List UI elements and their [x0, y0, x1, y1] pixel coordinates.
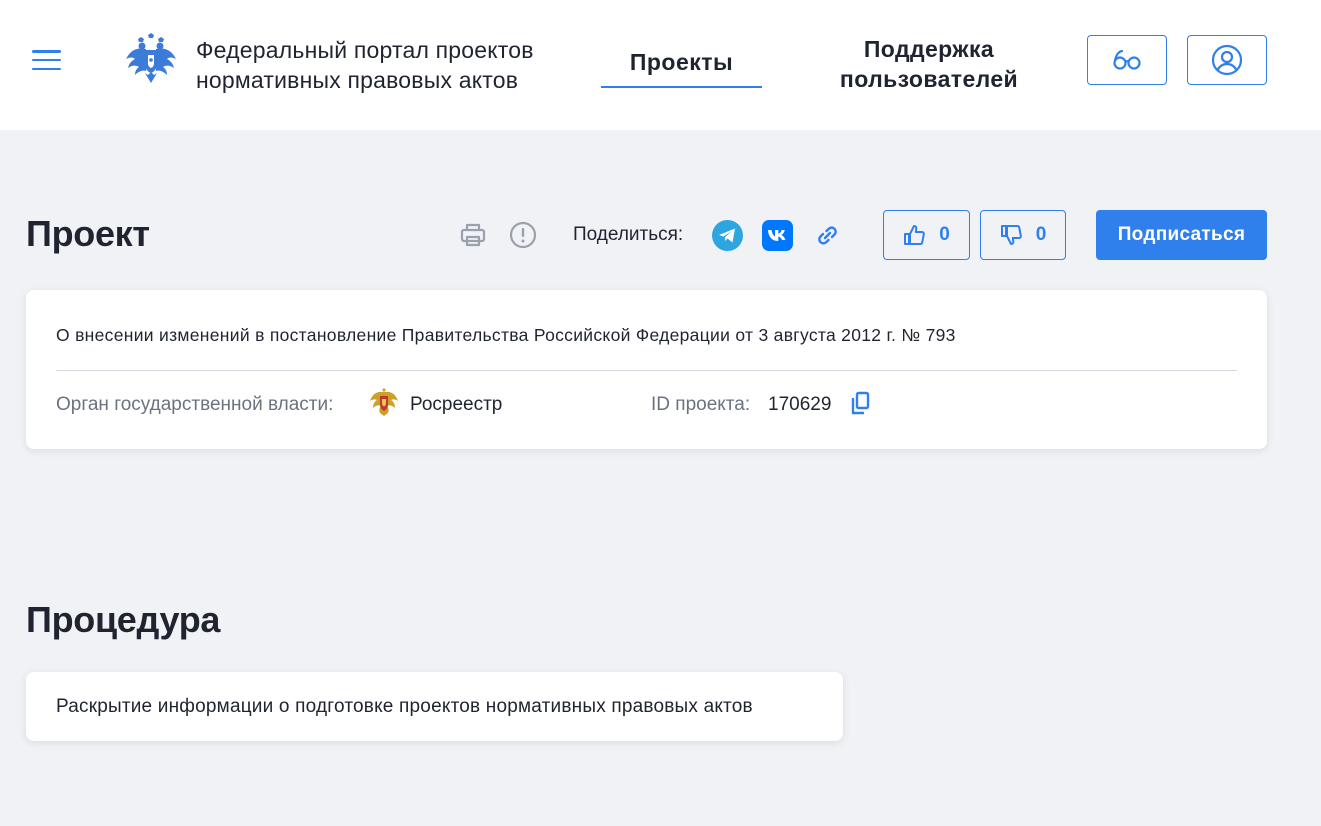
portal-title-line2: нормативных правовых актов: [196, 67, 519, 93]
menu-icon[interactable]: [32, 50, 61, 70]
project-card: О внесении изменений в постановление Пра…: [26, 290, 1267, 449]
project-id-value: 170629: [768, 394, 832, 415]
dislike-button[interactable]: 0: [980, 210, 1066, 260]
account-button[interactable]: [1187, 35, 1267, 85]
org-name[interactable]: Росреестр: [410, 394, 502, 416]
org-label: Орган государственной власти:: [56, 394, 334, 415]
card-divider: [56, 370, 1237, 371]
report-icon[interactable]: [509, 221, 537, 249]
project-id-label: ID проекта:: [651, 394, 751, 415]
user-account-icon: [1211, 44, 1243, 76]
project-heading: Проект: [26, 213, 150, 254]
coat-of-arms-emblem[interactable]: [124, 33, 178, 85]
like-count: 0: [939, 224, 950, 245]
portal-title-line1: Федеральный портал проектов: [196, 37, 534, 63]
site-header: Федеральный портал проектов нормативных …: [0, 0, 1321, 130]
nav-support-link[interactable]: Поддержка пользователей: [826, 34, 1032, 94]
like-button[interactable]: 0: [883, 210, 970, 260]
print-icon[interactable]: [459, 221, 487, 249]
nav-support-line1: Поддержка: [863, 36, 995, 62]
accessibility-button[interactable]: [1087, 35, 1167, 85]
vk-icon[interactable]: [762, 220, 793, 251]
rosreestr-emblem: [370, 388, 398, 416]
nav-projects-tab[interactable]: Проекты: [601, 36, 762, 88]
link-icon[interactable]: [812, 220, 843, 251]
subscribe-button[interactable]: Подписаться: [1096, 210, 1267, 260]
glasses-icon: [1113, 49, 1141, 70]
nav-support-line2: пользователей: [839, 66, 1019, 92]
procedure-heading: Процедура: [26, 599, 221, 640]
thumbs-down-icon: [1000, 225, 1022, 245]
dislike-count: 0: [1035, 224, 1047, 245]
thumbs-up-icon: [904, 225, 926, 245]
copy-icon[interactable]: [848, 390, 872, 418]
portal-title[interactable]: Федеральный портал проектов нормативных …: [196, 35, 596, 95]
telegram-icon[interactable]: [712, 220, 743, 251]
procedure-card[interactable]: Раскрытие информации о подготовке проект…: [26, 672, 843, 741]
procedure-text: Раскрытие информации о подготовке проект…: [56, 696, 753, 717]
project-title: О внесении изменений в постановление Пра…: [56, 325, 956, 345]
share-label: Поделиться:: [573, 224, 684, 245]
